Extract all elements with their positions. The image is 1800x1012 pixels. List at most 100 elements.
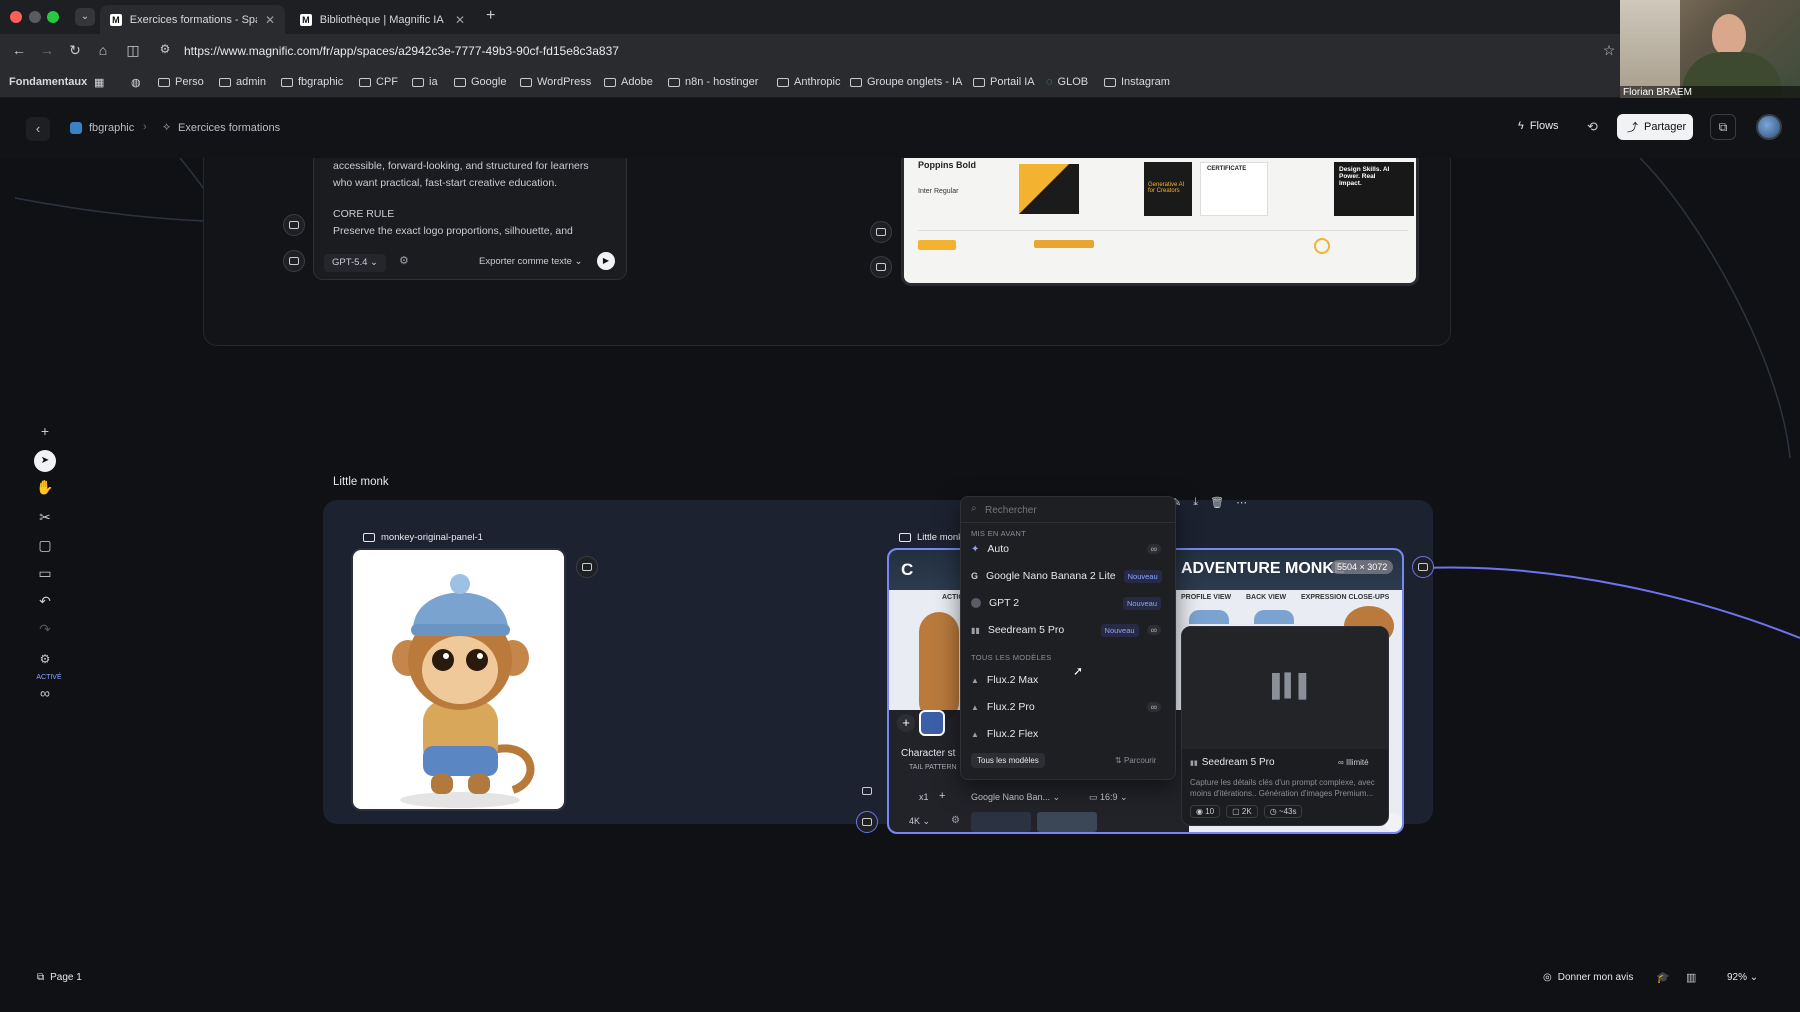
globe-icon[interactable]: ◍: [131, 76, 141, 89]
more-icon[interactable]: ⋯: [1236, 496, 1247, 509]
bookmark-google[interactable]: Google: [454, 76, 506, 88]
resolution-select[interactable]: 4K ⌄: [909, 816, 930, 827]
feedback-label: Donner mon avis: [1557, 972, 1634, 983]
image-size-badge: 5504 × 3072: [1331, 560, 1394, 574]
infinity-icon[interactable]: ∞: [34, 682, 56, 704]
tab-bibliotheque[interactable]: M Bibliothèque | Magnific IA ✕: [290, 5, 475, 34]
result-thumbnail[interactable]: [1037, 812, 1097, 832]
group-title[interactable]: Little monk: [333, 476, 389, 488]
image-port-icon: [1418, 563, 1428, 571]
image-input-port[interactable]: [283, 250, 305, 272]
maximize-window-button[interactable]: [47, 11, 59, 23]
bookmark-adobe[interactable]: Adobe: [604, 76, 653, 88]
image-output-port[interactable]: [576, 556, 598, 578]
minimize-window-button[interactable]: [29, 11, 41, 23]
forward-arrow-icon[interactable]: →: [38, 42, 56, 58]
add-plus-icon[interactable]: +: [34, 420, 56, 442]
bookmark-star-icon[interactable]: ☆: [1600, 42, 1618, 59]
text-input-port[interactable]: [856, 780, 878, 802]
bookmark-cpf[interactable]: CPF: [359, 76, 398, 88]
multiplier-value[interactable]: x1: [919, 792, 929, 802]
url-field[interactable]: https://www.magnific.com/fr/app/spaces/a…: [170, 40, 1590, 62]
zoom-select[interactable]: 92% ⌄: [1727, 972, 1758, 983]
image-input-port[interactable]: [856, 811, 878, 833]
bookmark-fondamentaux[interactable]: Fondamentaux: [9, 76, 87, 88]
new-tab-plus-icon[interactable]: +: [486, 7, 495, 25]
close-window-button[interactable]: [10, 11, 22, 23]
history-icon[interactable]: ⟲: [1587, 119, 1598, 135]
select-cursor-icon[interactable]: ➤: [34, 450, 56, 472]
undo-icon[interactable]: ↶: [34, 590, 56, 612]
tab-list-chevron-icon[interactable]: ⌄: [75, 8, 95, 26]
close-tab-icon[interactable]: ✕: [265, 13, 275, 27]
trash-icon[interactable]: 🗑: [1210, 496, 1224, 509]
flows-button[interactable]: ϟ Flows: [1518, 120, 1559, 132]
model-option-nano-banana[interactable]: G Google Nano Banana 2 Lite Nouveau: [971, 565, 1162, 587]
browse-button[interactable]: ⇅ Parcourir: [1115, 756, 1156, 765]
back-chevron-icon[interactable]: ‹: [26, 117, 50, 141]
share-button[interactable]: ⤴ Partager: [1617, 114, 1693, 140]
home-icon[interactable]: ⌂: [94, 42, 112, 58]
breadcrumb-space[interactable]: Exercices formations: [178, 122, 280, 134]
model-option-flux-flex[interactable]: ▲ Flux.2 Flex: [971, 723, 1161, 745]
text-node[interactable]: accessible, forward-looking, and structu…: [313, 158, 627, 280]
map-icon[interactable]: ▥: [1686, 971, 1696, 984]
hand-pan-icon[interactable]: ✋: [34, 476, 56, 498]
graduation-cap-icon[interactable]: 🎓: [1656, 971, 1670, 984]
sidebar-toggle-icon[interactable]: ◫: [124, 42, 142, 59]
text-input-port[interactable]: [283, 214, 305, 236]
bookmark-n8n[interactable]: n8n - hostinger: [668, 76, 758, 88]
image-output-port[interactable]: [1412, 556, 1434, 578]
close-tab-icon[interactable]: ✕: [455, 13, 465, 27]
user-avatar[interactable]: [1756, 114, 1782, 140]
ratio-select[interactable]: ▭ 16:9 ⌄: [1089, 792, 1128, 803]
bookmark-wordpress[interactable]: WordPress: [520, 76, 591, 88]
settings-gear-icon[interactable]: ⚙: [34, 648, 56, 670]
breadcrumb-workspace[interactable]: fbgraphic: [89, 122, 134, 134]
bookmark-anthropic[interactable]: Anthropic: [777, 76, 840, 88]
scissors-icon[interactable]: ✂: [34, 506, 56, 528]
export-dropdown[interactable]: Exporter comme texte ⌄: [479, 256, 583, 267]
all-models-button[interactable]: Tous les modèles: [971, 753, 1045, 768]
flow-canvas[interactable]: accessible, forward-looking, and structu…: [0, 158, 1800, 1012]
bookmark-glob[interactable]: ◌ GLOB: [1046, 76, 1088, 88]
download-icon[interactable]: ⤓: [1193, 496, 1198, 509]
settings-gear-icon[interactable]: ⚙: [951, 815, 960, 826]
feedback-button[interactable]: ◎ Donner mon avis: [1543, 972, 1633, 983]
model-select[interactable]: Google Nano Ban... ⌄: [971, 792, 1060, 803]
image-input-port[interactable]: [870, 256, 892, 278]
bookmark-ia[interactable]: ia: [412, 76, 438, 88]
model-selector[interactable]: GPT-5.4 ⌄: [324, 254, 386, 272]
model-search-input[interactable]: [985, 501, 1165, 519]
bookmark-portail-ia[interactable]: Portail IA: [973, 76, 1035, 88]
text-input-port[interactable]: [870, 221, 892, 243]
page-selector[interactable]: ⧉ Page 1: [37, 972, 82, 983]
model-option-seedream[interactable]: ▮▮ Seedream 5 Pro Nouveau ∞: [971, 619, 1161, 641]
tab-exercices[interactable]: M Exercices formations - Space ✕: [100, 5, 285, 34]
present-icon[interactable]: ⧉: [1710, 114, 1736, 140]
bookmark-fbgraphic[interactable]: fbgraphic: [281, 76, 343, 88]
sticky-note-icon[interactable]: ▢: [34, 534, 56, 556]
reference-thumbnail[interactable]: [919, 710, 945, 736]
model-option-gpt2[interactable]: GPT 2 Nouveau: [971, 592, 1161, 614]
bookmark-groupe-onglets[interactable]: Groupe onglets - IA: [850, 76, 962, 88]
bookmark-instagram[interactable]: Instagram: [1104, 76, 1170, 88]
back-arrow-icon[interactable]: ←: [10, 42, 28, 58]
increment-plus-icon[interactable]: +: [939, 790, 945, 802]
model-option-auto[interactable]: ✦ Auto ∞: [971, 538, 1161, 560]
model-option-flux-max[interactable]: ▲ Flux.2 Max: [971, 669, 1161, 691]
add-reference-plus-icon[interactable]: +: [897, 714, 915, 732]
apps-grid-icon[interactable]: ▦: [94, 76, 104, 89]
model-option-flux-pro[interactable]: ▲ Flux.2 Pro ∞: [971, 696, 1161, 718]
run-play-icon[interactable]: ▶: [597, 252, 615, 270]
redo-icon[interactable]: ↷: [34, 618, 56, 640]
folder-icon: [604, 77, 616, 87]
bookmark-admin[interactable]: admin: [219, 76, 266, 88]
comment-icon[interactable]: ▭: [34, 562, 56, 584]
reload-icon[interactable]: ↻: [66, 42, 84, 59]
result-thumbnail[interactable]: [971, 812, 1031, 832]
brand-preview-image[interactable]: Poppins Bold Inter Regular Generative AI…: [901, 158, 1419, 286]
monkey-original-image[interactable]: [351, 548, 566, 811]
settings-gear-icon[interactable]: ⚙: [399, 254, 409, 267]
bookmark-perso[interactable]: Perso: [158, 76, 204, 88]
